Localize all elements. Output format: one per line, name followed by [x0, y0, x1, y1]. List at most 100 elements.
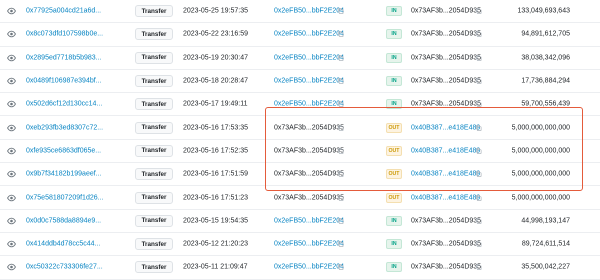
quantity-value: 5,000,000,000,000	[511, 124, 570, 132]
eye-icon[interactable]	[7, 193, 16, 202]
eye-icon[interactable]	[7, 146, 16, 155]
table-row: 0x8c073dfd107598b0e... Transfer 2023-05-…	[0, 23, 600, 47]
method-badge: Transfer	[135, 75, 173, 88]
from-address[interactable]: 0x2eFB50...bbF2E204	[274, 54, 344, 61]
copy-icon[interactable]	[475, 241, 482, 248]
copy-icon[interactable]	[337, 8, 344, 15]
to-address: 0x73AF3b...2054D935	[411, 263, 482, 271]
table-row: 0x0d0c7588da8894e9... Transfer 2023-05-1…	[0, 210, 600, 233]
copy-icon[interactable]	[475, 54, 482, 61]
quantity-value: 5,000,000,000,000	[511, 147, 570, 155]
copy-icon[interactable]	[337, 147, 344, 154]
copy-icon[interactable]	[475, 264, 482, 271]
eye-icon[interactable]	[7, 216, 16, 225]
direction-badge: IN	[386, 6, 402, 17]
table-row: 0x2895ed7718b5b983... Transfer 2023-05-1…	[0, 47, 600, 70]
from-address: 0x73AF3b...2054D935	[274, 194, 345, 202]
tx-date: 2023-05-19 20:30:47	[183, 54, 248, 62]
table-row: 0xfe935ce6863df065e... Transfer 2023-05-…	[0, 140, 600, 164]
copy-icon[interactable]	[337, 78, 344, 85]
eye-icon[interactable]	[7, 53, 16, 62]
tx-date: 2023-05-16 17:53:35	[183, 124, 248, 132]
method-badge: Transfer	[135, 191, 173, 204]
eye-icon[interactable]	[7, 263, 16, 272]
eye-icon[interactable]	[7, 123, 16, 132]
copy-icon[interactable]	[475, 194, 482, 201]
table-row: 0x77925a004cd21a6d... Transfer 2023-05-2…	[0, 0, 600, 24]
tx-hash-link[interactable]: 0xc50322c733306fe27...	[26, 264, 103, 271]
tx-date: 2023-05-11 21:09:47	[183, 263, 248, 271]
tx-date: 2023-05-12 21:20:23	[183, 240, 248, 248]
copy-icon[interactable]	[337, 194, 344, 201]
to-address[interactable]: 0x40B387...e418E489	[411, 171, 480, 178]
direction-badge: OUT	[386, 145, 402, 156]
table-row: 0x0489f106987e394bf... Transfer 2023-05-…	[0, 70, 600, 94]
tx-hash-link[interactable]: 0xfe935ce6863df065e...	[26, 147, 101, 154]
copy-icon[interactable]	[475, 147, 482, 154]
table-row: 0xc50322c733306fe27... Transfer 2023-05-…	[0, 256, 600, 280]
tx-date: 2023-05-16 17:51:23	[183, 194, 248, 202]
tx-hash-link[interactable]: 0x77925a004cd21a6d...	[26, 8, 101, 15]
quantity-value: 17,736,884,294	[521, 77, 570, 85]
copy-icon[interactable]	[337, 217, 344, 224]
from-address[interactable]: 0x2eFB50...bbF2E204	[274, 264, 344, 271]
eye-icon[interactable]	[7, 240, 16, 249]
copy-icon[interactable]	[337, 101, 344, 108]
eye-icon[interactable]	[7, 7, 16, 16]
from-address[interactable]: 0x2eFB50...bbF2E204	[274, 8, 344, 15]
quantity-value: 59,700,556,439	[521, 100, 570, 108]
copy-icon[interactable]	[475, 8, 482, 15]
copy-icon[interactable]	[337, 171, 344, 178]
direction-badge: IN	[386, 76, 402, 87]
tx-hash-link[interactable]: 0x0d0c7588da8894e9...	[26, 217, 101, 224]
tx-date: 2023-05-25 19:57:35	[183, 7, 248, 15]
tx-hash-link[interactable]: 0x8c073dfd107598b0e...	[26, 31, 103, 38]
copy-icon[interactable]	[337, 31, 344, 38]
table-row: 0x414ddb4d78cc5c44... Transfer 2023-05-1…	[0, 233, 600, 257]
from-address[interactable]: 0x2eFB50...bbF2E204	[274, 31, 344, 38]
tx-hash-link[interactable]: 0x75e581807209f1d26...	[26, 194, 103, 201]
tx-hash-link[interactable]: 0x502d6cf12d130cc14...	[26, 101, 102, 108]
copy-icon[interactable]	[475, 171, 482, 178]
eye-icon[interactable]	[7, 30, 16, 39]
direction-badge: IN	[386, 239, 402, 250]
from-address[interactable]: 0x2eFB50...bbF2E204	[274, 241, 344, 248]
copy-icon[interactable]	[475, 217, 482, 224]
to-address: 0x73AF3b...2054D935	[411, 217, 482, 225]
from-address[interactable]: 0x2eFB50...bbF2E204	[274, 217, 344, 224]
to-address[interactable]: 0x40B387...e418E489	[411, 194, 480, 201]
copy-icon[interactable]	[475, 124, 482, 131]
tx-hash-link[interactable]: 0x414ddb4d78cc5c44...	[26, 241, 100, 248]
table-row: 0xeb293fb3ed8307c72... Transfer 2023-05-…	[0, 116, 600, 140]
tx-hash-link[interactable]: 0x0489f106987e394bf...	[26, 78, 102, 85]
copy-icon[interactable]	[337, 124, 344, 131]
copy-icon[interactable]	[337, 264, 344, 271]
direction-badge: IN	[386, 99, 402, 110]
eye-icon[interactable]	[7, 77, 16, 86]
eye-icon[interactable]	[7, 170, 16, 179]
copy-icon[interactable]	[475, 101, 482, 108]
copy-icon[interactable]	[475, 78, 482, 85]
to-address[interactable]: 0x40B387...e418E489	[411, 147, 480, 154]
copy-icon[interactable]	[475, 31, 482, 38]
table-row: 0x75e581807209f1d26... Transfer 2023-05-…	[0, 186, 600, 210]
method-badge: Transfer	[135, 28, 173, 41]
method-badge: Transfer	[135, 121, 173, 134]
tx-hash-link[interactable]: 0xeb293fb3ed8307c72...	[26, 124, 103, 131]
direction-badge: IN	[386, 29, 402, 40]
quantity-value: 133,049,693,643	[517, 7, 570, 15]
tx-hash-link[interactable]: 0x2895ed7718b5b983...	[26, 54, 102, 61]
from-address[interactable]: 0x2eFB50...bbF2E204	[274, 101, 344, 108]
direction-badge: OUT	[386, 169, 402, 180]
to-address[interactable]: 0x40B387...e418E489	[411, 124, 480, 131]
tx-date: 2023-05-16 17:52:35	[183, 147, 248, 155]
from-address[interactable]: 0x2eFB50...bbF2E204	[274, 78, 344, 85]
to-address: 0x73AF3b...2054D935	[411, 54, 482, 62]
eye-icon[interactable]	[7, 100, 16, 109]
direction-badge: IN	[386, 215, 402, 226]
tx-hash-link[interactable]: 0x9b7f34182b199aeef...	[26, 171, 102, 178]
copy-icon[interactable]	[337, 54, 344, 61]
method-badge: Transfer	[135, 238, 173, 251]
quantity-value: 5,000,000,000,000	[511, 194, 570, 202]
copy-icon[interactable]	[337, 241, 344, 248]
